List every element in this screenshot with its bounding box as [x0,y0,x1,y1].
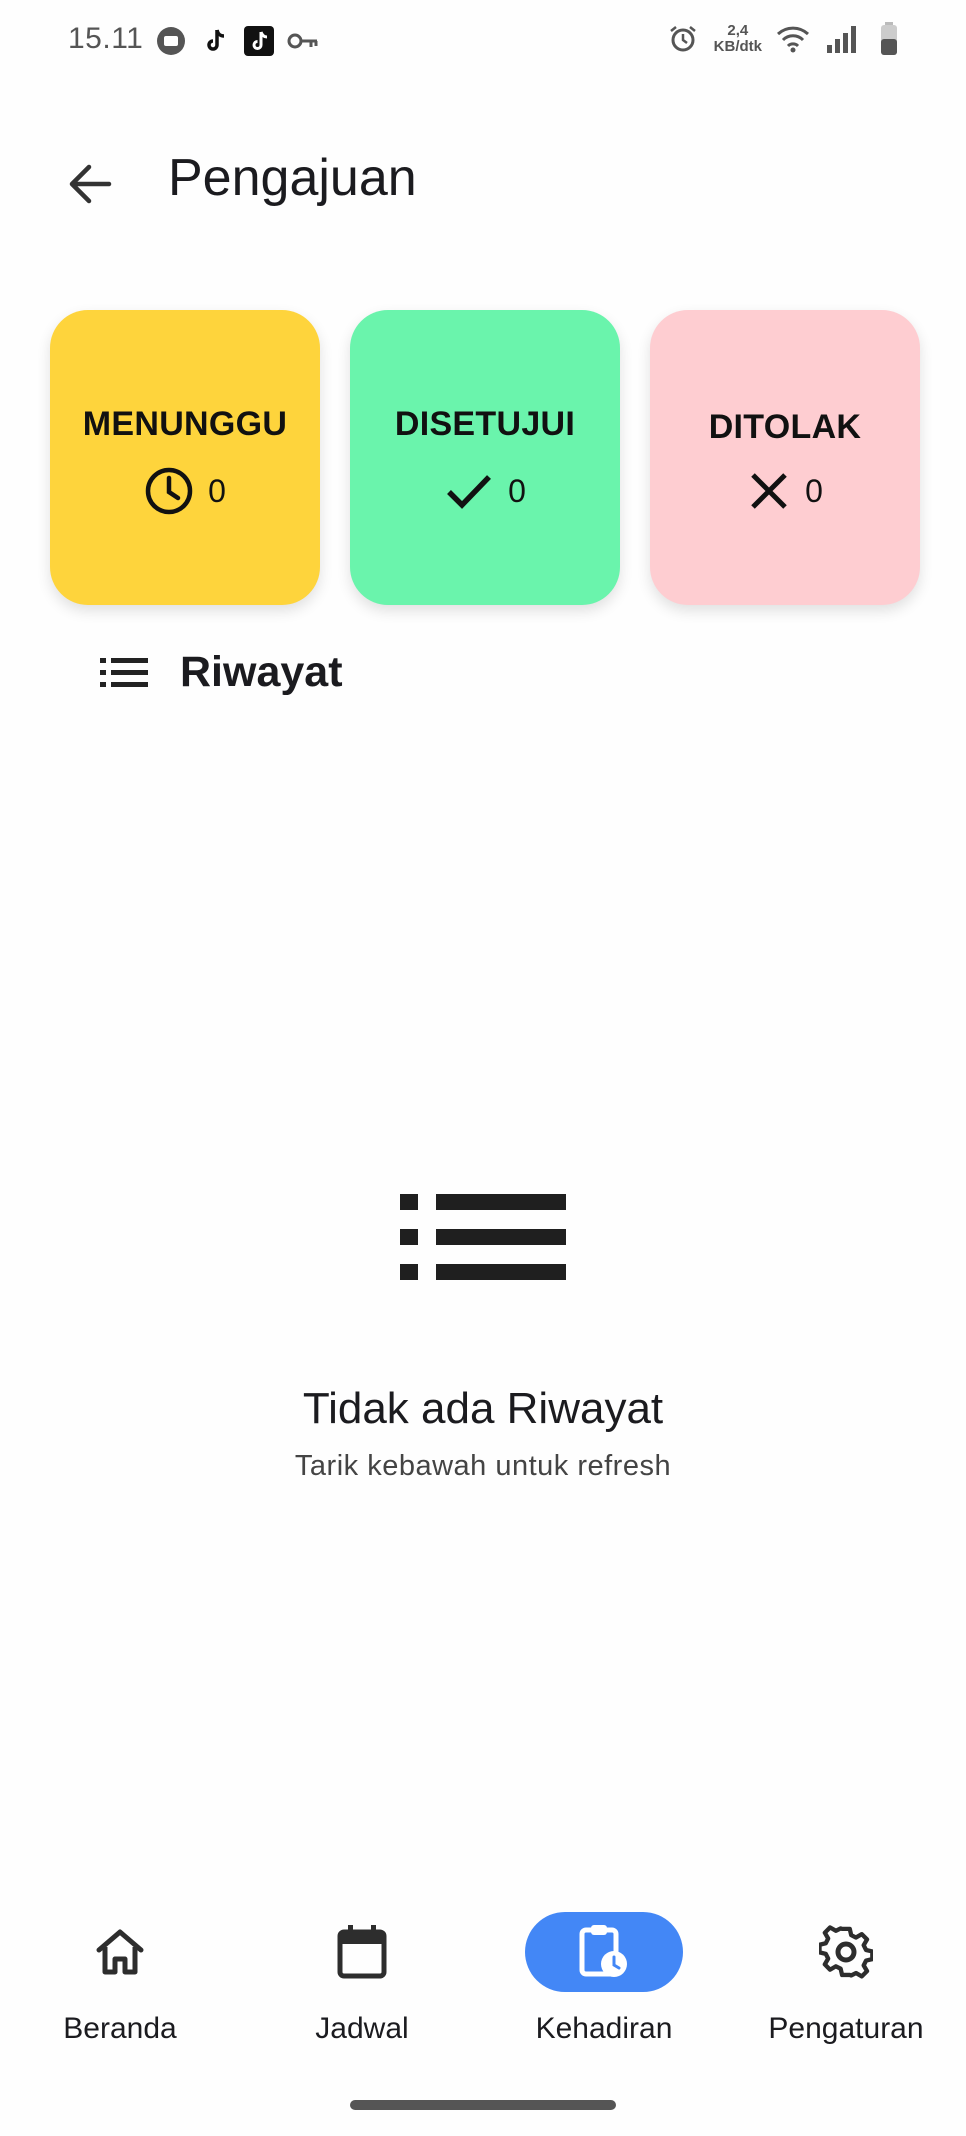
network-speed-unit: KB/dtk [713,38,762,55]
card-pending-count: 0 [208,472,226,509]
nav-item-kehadiran[interactable]: Kehadiran [504,1912,704,2046]
gear-icon [819,1925,873,1979]
notification-icons [154,24,320,58]
vpn-key-icon [286,24,320,58]
back-button[interactable] [58,152,122,216]
page-title: Pengajuan [168,149,417,207]
nav-beranda-pill [41,1912,199,1992]
message-icon [154,24,188,58]
history-header: Riwayat [100,648,343,697]
check-icon [447,475,492,509]
battery-icon [872,22,906,56]
nav-item-jadwal[interactable]: Jadwal [262,1912,462,2046]
empty-list-icon [398,1188,568,1293]
screen: 15.11 2,4 KB/dtk Pengajuan MENUNGGU 0 DI… [0,0,966,2136]
clock-icon [145,467,193,515]
card-approved-count: 0 [508,472,526,509]
close-icon [751,473,787,509]
clipboard-clock-icon [579,1925,627,1977]
status-time: 15.11 [68,22,144,55]
list-icon [100,657,148,687]
tiktok-icon [198,24,232,58]
nav-item-beranda[interactable]: Beranda [20,1912,220,2046]
history-title: Riwayat [180,648,343,696]
nav-item-pengaturan[interactable]: Pengaturan [746,1912,946,2046]
home-icon [96,1929,144,1975]
nav-pengaturan-pill [767,1912,925,1992]
card-pending[interactable]: MENUNGGU 0 [50,310,320,605]
card-pending-label: MENUNGGU [82,405,288,443]
status-bar: 15.11 2,4 KB/dtk [0,0,966,84]
home-indicator[interactable] [350,2100,616,2110]
wifi-icon [776,22,810,56]
nav-jadwal-pill [283,1912,441,1992]
card-rejected[interactable]: DITOLAK 0 [650,310,920,605]
card-rejected-label: DITOLAK [708,408,862,446]
nav-kehadiran-label: Kehadiran [535,2012,673,2045]
alarm-icon [666,22,700,56]
network-speed: 2,4 KB/dtk [714,23,762,55]
system-icons: 2,4 KB/dtk [666,22,906,56]
card-approved-label: DISETUJUI [394,405,576,443]
calendar-icon [337,1925,387,1979]
network-speed-value: 2,4 [727,22,749,39]
empty-state-subtitle: Tarik kebawah untuk refresh [294,1450,672,1482]
card-approved[interactable]: DISETUJUI 0 [350,310,620,605]
arrow-left-icon [69,164,112,204]
nav-jadwal-label: Jadwal [315,2012,409,2045]
card-rejected-count: 0 [805,472,823,509]
signal-icon [824,22,858,56]
nav-kehadiran-pill [525,1912,683,1992]
bottom-navigation: Beranda Jadwal Kehadiran Pengaturan [0,1880,966,2136]
nav-pengaturan-label: Pengaturan [768,2012,924,2045]
empty-state-title: Tidak ada Riwayat [302,1384,664,1433]
nav-beranda-label: Beranda [63,2012,177,2045]
tiktok-app-icon [242,24,276,58]
